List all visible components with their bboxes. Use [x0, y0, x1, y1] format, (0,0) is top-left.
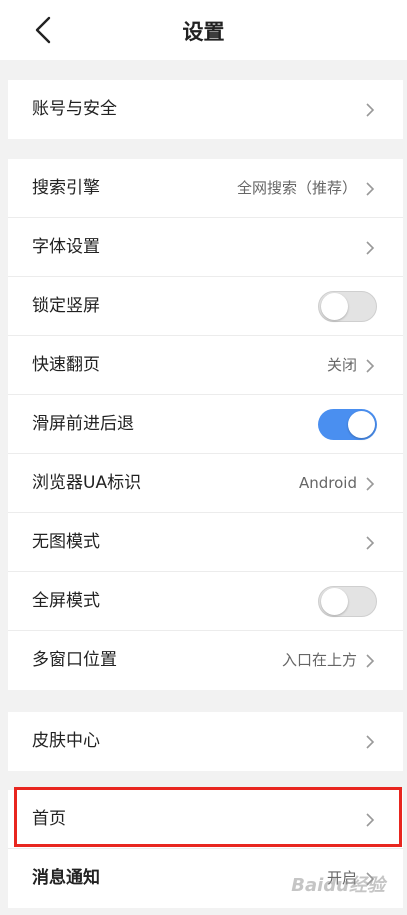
row-label: 账号与安全: [32, 99, 117, 119]
chevron-right-icon: [366, 182, 375, 196]
chevron-right-icon: [366, 359, 375, 373]
toggle-knob: [348, 411, 375, 438]
lock-portrait-toggle[interactable]: [318, 291, 377, 322]
row-value: 全网搜索（推荐）: [236, 179, 357, 197]
settings-group-browser: 搜索引擎 全网搜索（推荐） 字体设置 锁定竖屏 快速翻页 关闭 滑屏前进后退 浏…: [8, 159, 403, 690]
settings-row-user-agent[interactable]: 浏览器UA标识 Android: [8, 454, 403, 513]
settings-row-notifications[interactable]: 消息通知 开启: [8, 849, 403, 908]
settings-group-skin: 皮肤中心: [8, 712, 403, 771]
row-label: 首页: [32, 809, 66, 829]
settings-row-quick-page[interactable]: 快速翻页 关闭: [8, 336, 403, 395]
row-label: 快速翻页: [32, 355, 100, 375]
top-bar: 设置: [0, 0, 407, 60]
row-label: 多窗口位置: [32, 650, 117, 670]
chevron-right-icon: [366, 241, 375, 255]
row-label: 字体设置: [32, 237, 100, 257]
chevron-right-icon: [366, 103, 375, 117]
row-label: 皮肤中心: [32, 731, 100, 751]
settings-row-lock-portrait: 锁定竖屏: [8, 277, 403, 336]
settings-row-swipe-navigation: 滑屏前进后退: [8, 395, 403, 454]
chevron-right-icon: [366, 813, 375, 827]
row-label: 滑屏前进后退: [32, 414, 134, 434]
chevron-right-icon: [366, 654, 375, 668]
chevron-right-icon: [366, 872, 375, 886]
settings-row-account-security[interactable]: 账号与安全: [8, 80, 403, 139]
settings-group-account: 账号与安全: [8, 80, 403, 139]
row-value: Android: [299, 474, 357, 492]
chevron-right-icon: [366, 477, 375, 491]
fullscreen-toggle[interactable]: [318, 586, 377, 617]
toggle-knob: [321, 588, 348, 615]
settings-row-no-image[interactable]: 无图模式: [8, 513, 403, 572]
row-label: 无图模式: [32, 532, 100, 552]
settings-row-search-engine[interactable]: 搜索引擎 全网搜索（推荐）: [8, 159, 403, 218]
chevron-right-icon: [366, 735, 375, 749]
settings-row-skin-center[interactable]: 皮肤中心: [8, 712, 403, 771]
row-label: 锁定竖屏: [32, 296, 100, 316]
row-value: 关闭: [326, 356, 357, 374]
settings-row-multi-window[interactable]: 多窗口位置 入口在上方: [8, 631, 403, 690]
swipe-navigation-toggle[interactable]: [318, 409, 377, 440]
settings-group-home: 首页 消息通知 开启: [8, 790, 403, 908]
row-label: 搜索引擎: [32, 178, 100, 198]
toggle-knob: [321, 293, 348, 320]
chevron-right-icon: [366, 536, 375, 550]
row-value: 入口在上方: [281, 651, 357, 669]
settings-row-fullscreen: 全屏模式: [8, 572, 403, 631]
settings-row-homepage[interactable]: 首页: [8, 790, 403, 849]
row-label: 全屏模式: [32, 591, 100, 611]
page-title: 设置: [182, 20, 225, 44]
row-value: 开启: [326, 869, 357, 887]
row-label: 消息通知: [32, 868, 100, 888]
row-label: 浏览器UA标识: [32, 473, 142, 493]
settings-row-font[interactable]: 字体设置: [8, 218, 403, 277]
